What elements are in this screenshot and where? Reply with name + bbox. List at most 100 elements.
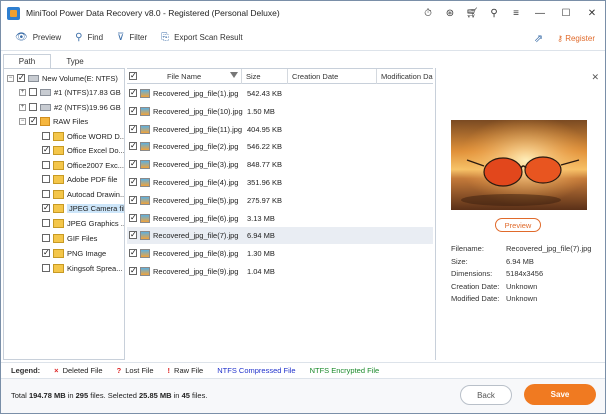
preview-button[interactable]: Preview <box>495 218 541 232</box>
legend-lost: ? Lost File <box>117 366 154 375</box>
tree-node-raw-item-selected[interactable]: JPEG Camera file <box>42 201 124 215</box>
support-icon[interactable]: ⊛ <box>439 1 461 25</box>
row-checkbox[interactable] <box>129 159 137 169</box>
checkbox[interactable] <box>42 203 50 212</box>
file-row[interactable]: Recovered_jpg_file(1).jpg 542.43 KB <box>127 85 433 102</box>
column-modification-date[interactable]: Modification Da <box>377 69 433 84</box>
select-all-checkbox[interactable] <box>129 71 137 80</box>
tree-node-label: New Volume(E: NTFS) <box>42 73 118 83</box>
preview-tool-button[interactable]: 👁︎ Preview <box>15 32 61 43</box>
checkbox[interactable] <box>42 234 50 242</box>
file-row[interactable]: Recovered_jpg_file(5).jpg 275.97 KB <box>127 192 433 209</box>
file-size: 848.77 KB <box>247 160 283 170</box>
file-row[interactable]: Recovered_jpg_file(10).jpg 1.50 MB <box>127 103 433 120</box>
tree-node-raw-item[interactable]: JPEG Graphics ... <box>42 216 124 230</box>
file-name: Recovered_jpg_file(7).jpg <box>153 231 239 241</box>
timer-icon[interactable]: ⏱ <box>417 1 439 25</box>
legend-raw: ! Raw File <box>168 366 204 375</box>
export-tool-button[interactable]: ⎘ Export Scan Result <box>161 32 242 43</box>
app-logo-icon <box>7 6 20 20</box>
jpg-file-icon <box>140 124 150 134</box>
tree-node-label: Office Excel Do... <box>67 145 125 155</box>
meta-label: Modified Date: <box>451 294 500 303</box>
row-checkbox[interactable] <box>129 88 137 97</box>
expand-toggle[interactable]: + <box>19 103 26 111</box>
file-row[interactable]: Recovered_jpg_file(6).jpg 3.13 MB <box>127 210 433 227</box>
close-button[interactable]: ✕ <box>579 1 605 25</box>
register-area: ⇗ ⚷ Register <box>534 25 595 51</box>
filter-tool-button[interactable]: ⊽ Filter <box>117 32 147 43</box>
row-checkbox[interactable] <box>129 266 137 275</box>
file-row[interactable]: Recovered_jpg_file(7).jpg 6.94 MB <box>127 227 433 245</box>
row-checkbox[interactable] <box>129 195 137 204</box>
legend-title: Legend: <box>11 366 41 375</box>
checkbox[interactable] <box>29 103 37 111</box>
tree-node-volume[interactable]: − New Volume(E: NTFS) <box>7 71 118 85</box>
tree-node-label: GIF Files <box>67 233 98 243</box>
checkbox[interactable] <box>42 190 50 198</box>
tree-node-raw-item[interactable]: PNG Image <box>42 246 106 260</box>
deleted-mark-icon: × <box>54 366 59 375</box>
checkbox[interactable] <box>42 145 50 154</box>
meta-label: Creation Date: <box>451 282 500 291</box>
maximize-button[interactable]: ☐ <box>553 1 579 25</box>
tree-node-raw-item[interactable]: Adobe PDF file <box>42 172 117 186</box>
row-checkbox[interactable] <box>129 213 137 222</box>
search-key-icon[interactable]: ⚲ <box>483 1 505 25</box>
row-checkbox[interactable] <box>129 141 137 151</box>
cart-icon[interactable]: 🛒︎ <box>461 1 483 25</box>
tab-path[interactable]: Path <box>3 54 51 68</box>
column-size[interactable]: Size <box>242 69 288 84</box>
close-icon[interactable]: ✕ <box>591 72 599 83</box>
meta-value: Unknown <box>506 294 538 303</box>
row-checkbox[interactable] <box>129 230 137 240</box>
tree-node-raw-item[interactable]: Kingsoft Sprea... <box>42 261 122 275</box>
file-row[interactable]: Recovered_jpg_file(8).jpg 1.30 MB <box>127 245 433 262</box>
file-name: Recovered_jpg_file(2).jpg <box>153 142 239 152</box>
tree-node-raw-item[interactable]: Autocad Drawin... <box>42 187 124 201</box>
status-total-files: 295 <box>75 391 89 400</box>
checkbox[interactable] <box>42 175 50 183</box>
tab-type[interactable]: Type <box>51 54 99 68</box>
checkbox[interactable] <box>29 88 37 96</box>
checkbox[interactable] <box>42 248 50 257</box>
menu-icon[interactable]: ≡ <box>505 1 527 25</box>
row-checkbox[interactable] <box>129 177 137 186</box>
collapse-toggle[interactable]: − <box>7 74 14 82</box>
file-row[interactable]: Recovered_jpg_file(2).jpg 546.22 KB <box>127 138 433 155</box>
tree-node-raw-item[interactable]: GIF Files <box>42 231 97 245</box>
save-button[interactable]: Save <box>524 384 596 405</box>
checkbox[interactable] <box>42 264 50 272</box>
row-checkbox[interactable] <box>129 248 137 258</box>
column-creation-date[interactable]: Creation Date <box>288 69 377 84</box>
register-link[interactable]: ⚷ Register <box>557 34 595 43</box>
share-icon[interactable]: ⇗ <box>534 32 543 45</box>
file-row[interactable]: Recovered_jpg_file(3).jpg 848.77 KB <box>127 156 433 173</box>
tree-node-partition-1[interactable]: + #1 (NTFS)17.83 GB <box>19 85 121 99</box>
file-name: Recovered_jpg_file(1).jpg <box>153 89 239 98</box>
find-tool-label: Find <box>87 33 104 42</box>
collapse-toggle[interactable]: − <box>19 117 26 125</box>
checkbox[interactable] <box>42 161 50 169</box>
back-button[interactable]: Back <box>460 385 512 405</box>
tree-node-raw-item[interactable]: Office2007 Exc... <box>42 158 124 172</box>
row-checkbox[interactable] <box>129 124 137 133</box>
tree-node-raw-files[interactable]: − RAW Files <box>19 114 88 128</box>
tree-node-raw-item[interactable]: Office Excel Do... <box>42 143 125 157</box>
column-name[interactable]: File Name <box>127 69 242 84</box>
file-row[interactable]: Recovered_jpg_file(11).jpg 404.95 KB <box>127 121 433 138</box>
file-row[interactable]: Recovered_jpg_file(9).jpg 1.04 MB <box>127 263 433 280</box>
file-row[interactable]: Recovered_jpg_file(4).jpg 351.96 KB <box>127 174 433 191</box>
tree-node-label: RAW Files <box>53 116 89 126</box>
expand-toggle[interactable]: + <box>19 88 26 96</box>
tree-node-partition-2[interactable]: + #2 (NTFS)19.96 GB <box>19 100 121 114</box>
minimize-button[interactable]: — <box>527 1 553 25</box>
meta-value: Recovered_jpg_file(7).jpg <box>506 244 592 253</box>
checkbox[interactable] <box>29 116 37 125</box>
row-checkbox[interactable] <box>129 106 137 115</box>
checkbox[interactable] <box>42 219 50 227</box>
tree-node-raw-item[interactable]: Office WORD D... <box>42 129 124 143</box>
checkbox[interactable] <box>17 73 25 82</box>
checkbox[interactable] <box>42 132 50 140</box>
find-tool-button[interactable]: ⚲ Find <box>75 32 103 43</box>
